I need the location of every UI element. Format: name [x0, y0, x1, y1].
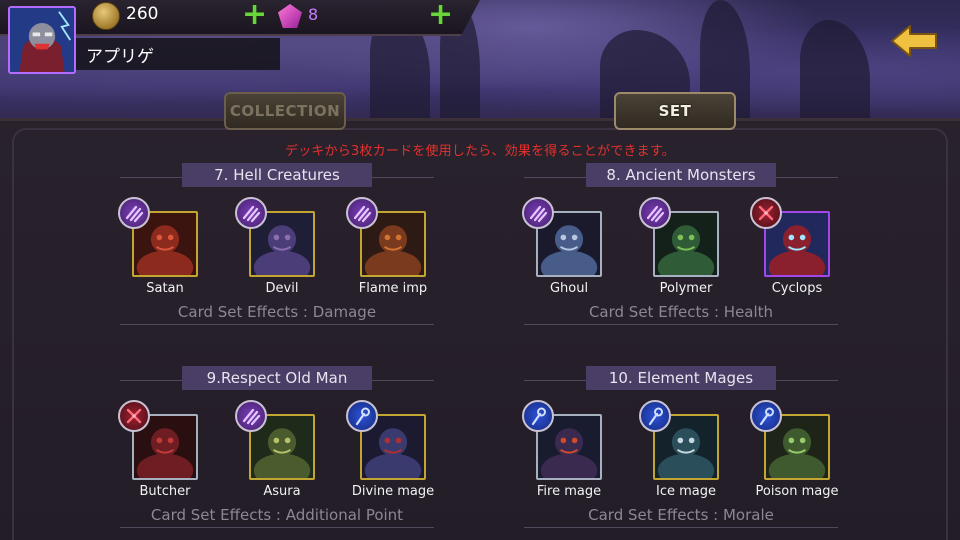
- add-gem-button[interactable]: +: [428, 0, 453, 30]
- gem-amount: 8: [308, 5, 319, 24]
- card-name: Devil: [265, 281, 299, 296]
- gold-coin-icon: [92, 2, 120, 30]
- claw-icon: [235, 197, 267, 229]
- set-title: 9.Respect Old Man: [182, 366, 372, 390]
- card-flame-imp[interactable]: Flame imp: [346, 197, 448, 299]
- card-fire-mage[interactable]: Fire mage: [522, 400, 624, 502]
- gold-amount: 260: [126, 4, 159, 24]
- claw-icon: [235, 400, 267, 432]
- card-asura[interactable]: Asura: [235, 400, 337, 502]
- card-ghoul[interactable]: Ghoul: [522, 197, 624, 299]
- sword-icon: [118, 400, 150, 432]
- card-name: Flame imp: [358, 281, 428, 296]
- staff-icon: [346, 400, 378, 432]
- card-name: Ice mage: [656, 484, 716, 499]
- card-name: Fire mage: [536, 484, 602, 499]
- card-set-group: 10. Element Mages Fire mage Ice mage Poi…: [522, 366, 844, 536]
- staff-icon: [750, 400, 782, 432]
- claw-icon: [639, 197, 671, 229]
- divider: [524, 324, 838, 325]
- staff-icon: [522, 400, 554, 432]
- card-poison-mage[interactable]: Poison mage: [750, 400, 852, 502]
- claw-icon: [118, 197, 150, 229]
- card-name: Poison mage: [755, 484, 839, 499]
- tab-collection[interactable]: COLLECTION: [224, 92, 346, 130]
- set-effect: Card Set Effects : Health: [588, 303, 774, 321]
- card-cyclops[interactable]: Cyclops: [750, 197, 852, 299]
- set-title: 8. Ancient Monsters: [586, 163, 776, 187]
- card-butcher[interactable]: Butcher: [118, 400, 220, 502]
- arrow-left-icon: [891, 25, 937, 57]
- card-ice-mage[interactable]: Ice mage: [639, 400, 741, 502]
- player-avatar[interactable]: [8, 6, 76, 74]
- card-satan[interactable]: Satan: [118, 197, 220, 299]
- card-set-group: 7. Hell Creatures Satan Devil Flame imp C…: [118, 163, 440, 333]
- card-name: Butcher: [139, 484, 191, 499]
- player-name: アプリゲ: [76, 38, 280, 70]
- back-button[interactable]: [890, 24, 940, 58]
- card-set-group: 9.Respect Old Man Butcher Asura Divine m…: [118, 366, 440, 536]
- card-name: Cyclops: [771, 281, 823, 296]
- card-name: Satan: [146, 281, 184, 296]
- set-title: 10. Element Mages: [586, 366, 776, 390]
- tab-set[interactable]: SET: [614, 92, 736, 130]
- divider: [120, 527, 434, 528]
- card-name: Polymer: [659, 281, 713, 296]
- avatar-portrait-icon: [10, 8, 74, 72]
- set-bonus-notice: デッキから3枚カードを使用したら、効果を得ることができます。: [285, 144, 675, 159]
- card-divine-mage[interactable]: Divine mage: [346, 400, 448, 502]
- claw-icon: [522, 197, 554, 229]
- divider: [120, 324, 434, 325]
- sword-icon: [750, 197, 782, 229]
- card-polymer[interactable]: Polymer: [639, 197, 741, 299]
- set-effect: Card Set Effects : Additional Point: [150, 506, 404, 524]
- card-name: Divine mage: [351, 484, 435, 499]
- card-set-group: 8. Ancient Monsters Ghoul Polymer Cyclop…: [522, 163, 844, 333]
- staff-icon: [639, 400, 671, 432]
- card-devil[interactable]: Devil: [235, 197, 337, 299]
- card-name: Asura: [263, 484, 301, 499]
- set-title: 7. Hell Creatures: [182, 163, 372, 187]
- set-effect: Card Set Effects : Damage: [177, 303, 377, 321]
- card-name: Ghoul: [549, 281, 589, 296]
- set-effect: Card Set Effects : Morale: [588, 506, 774, 524]
- claw-icon: [346, 197, 378, 229]
- add-gold-button[interactable]: +: [242, 0, 267, 30]
- divider: [524, 527, 838, 528]
